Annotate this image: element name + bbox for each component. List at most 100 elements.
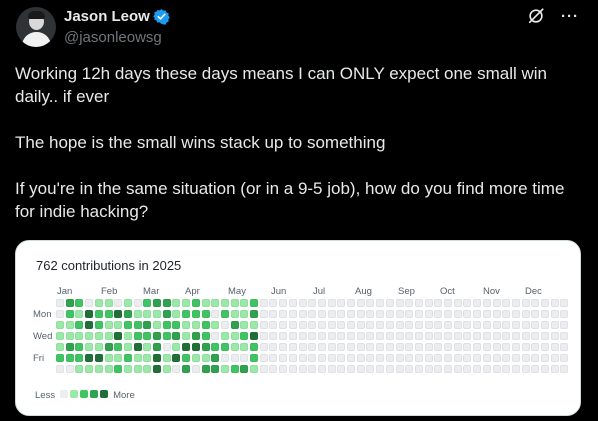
contribution-cell[interactable]: [482, 310, 491, 318]
contribution-cell[interactable]: [541, 310, 549, 318]
contribution-cell[interactable]: [463, 365, 472, 373]
contribution-cell[interactable]: [502, 321, 511, 329]
contribution-cell[interactable]: [162, 343, 171, 351]
contribution-cell[interactable]: [434, 299, 443, 307]
contribution-cell[interactable]: [376, 343, 385, 351]
contribution-cell[interactable]: [444, 310, 452, 318]
contribution-cell[interactable]: [434, 365, 443, 373]
contribution-cell[interactable]: [259, 343, 268, 351]
contribution-cell[interactable]: [94, 332, 103, 340]
contribution-cell[interactable]: [182, 321, 191, 329]
contribution-cell[interactable]: [75, 321, 84, 329]
contribution-cell[interactable]: [114, 365, 123, 373]
contribution-cell[interactable]: [182, 354, 191, 362]
contribution-cell[interactable]: [201, 299, 210, 307]
contribution-cell[interactable]: [531, 299, 540, 307]
contribution-cell[interactable]: [143, 365, 152, 373]
contribution-cell[interactable]: [123, 332, 132, 340]
contribution-cell[interactable]: [327, 343, 336, 351]
contribution-cell[interactable]: [269, 354, 278, 362]
contribution-cell[interactable]: [550, 321, 559, 329]
contribution-cell[interactable]: [153, 299, 161, 307]
contribution-cell[interactable]: [560, 299, 569, 307]
contribution-cell[interactable]: [211, 321, 220, 329]
contribution-cell[interactable]: [356, 365, 365, 373]
contribution-cell[interactable]: [356, 310, 365, 318]
contribution-cell[interactable]: [308, 365, 317, 373]
contribution-cell[interactable]: [269, 310, 278, 318]
contribution-cell[interactable]: [279, 310, 288, 318]
contribution-cell[interactable]: [521, 332, 530, 340]
contribution-cell[interactable]: [541, 365, 549, 373]
contribution-cell[interactable]: [288, 343, 297, 351]
contribution-cell[interactable]: [123, 343, 132, 351]
contribution-cell[interactable]: [85, 365, 94, 373]
contribution-cell[interactable]: [541, 299, 549, 307]
contribution-cell[interactable]: [385, 299, 394, 307]
contribution-cell[interactable]: [337, 310, 346, 318]
contribution-cell[interactable]: [94, 321, 103, 329]
contribution-cell[interactable]: [414, 365, 423, 373]
contribution-cell[interactable]: [463, 299, 472, 307]
contribution-cell[interactable]: [482, 321, 491, 329]
contribution-cell[interactable]: [531, 332, 540, 340]
contribution-cell[interactable]: [511, 365, 520, 373]
contribution-cell[interactable]: [521, 354, 530, 362]
contribution-cell[interactable]: [366, 310, 375, 318]
contribution-cell[interactable]: [143, 343, 152, 351]
contribution-cell[interactable]: [269, 299, 278, 307]
contribution-cell[interactable]: [492, 321, 501, 329]
contribution-cell[interactable]: [56, 332, 64, 340]
contribution-cell[interactable]: [347, 310, 355, 318]
contribution-cell[interactable]: [279, 299, 288, 307]
contribution-cell[interactable]: [201, 354, 210, 362]
contribution-cell[interactable]: [395, 299, 404, 307]
contribution-cell[interactable]: [317, 310, 326, 318]
contribution-cell[interactable]: [172, 354, 181, 362]
contribution-cell[interactable]: [531, 343, 540, 351]
contribution-cell[interactable]: [153, 354, 161, 362]
contribution-cell[interactable]: [511, 321, 520, 329]
contribution-cell[interactable]: [482, 299, 491, 307]
contribution-cell[interactable]: [269, 343, 278, 351]
contribution-cell[interactable]: [153, 321, 161, 329]
more-icon[interactable]: ···: [560, 6, 580, 26]
contribution-cell[interactable]: [347, 354, 355, 362]
contribution-cell[interactable]: [473, 332, 482, 340]
contribution-cell[interactable]: [279, 321, 288, 329]
contribution-cell[interactable]: [172, 321, 181, 329]
contribution-cell[interactable]: [298, 310, 307, 318]
contribution-cell[interactable]: [240, 343, 249, 351]
contribution-cell[interactable]: [65, 299, 74, 307]
contribution-cell[interactable]: [356, 332, 365, 340]
contribution-cell[interactable]: [434, 332, 443, 340]
contribution-cell[interactable]: [133, 310, 142, 318]
contribution-cell[interactable]: [162, 299, 171, 307]
contribution-cell[interactable]: [211, 299, 220, 307]
contribution-cell[interactable]: [201, 332, 210, 340]
author-display-name[interactable]: Jason Leow: [64, 8, 150, 25]
contribution-cell[interactable]: [560, 310, 569, 318]
contribution-cell[interactable]: [182, 365, 191, 373]
contribution-cell[interactable]: [317, 321, 326, 329]
contribution-cell[interactable]: [153, 310, 161, 318]
contribution-cell[interactable]: [240, 354, 249, 362]
contribution-cell[interactable]: [114, 310, 123, 318]
contribution-cell[interactable]: [75, 332, 84, 340]
contribution-cell[interactable]: [211, 310, 220, 318]
contribution-cell[interactable]: [453, 332, 462, 340]
contribution-cell[interactable]: [492, 354, 501, 362]
contribution-cell[interactable]: [56, 299, 64, 307]
contribution-cell[interactable]: [347, 365, 355, 373]
contribution-cell[interactable]: [153, 332, 161, 340]
contribution-cell[interactable]: [395, 354, 404, 362]
contribution-cell[interactable]: [453, 310, 462, 318]
contribution-cell[interactable]: [395, 310, 404, 318]
contribution-cell[interactable]: [502, 310, 511, 318]
contribution-cell[interactable]: [162, 310, 171, 318]
contribution-cell[interactable]: [65, 321, 74, 329]
contribution-cell[interactable]: [230, 321, 239, 329]
contributions-card[interactable]: 762 contributions in 2025 Jan Feb Mar Ap…: [15, 240, 581, 416]
contribution-cell[interactable]: [279, 343, 288, 351]
contribution-cell[interactable]: [143, 310, 152, 318]
